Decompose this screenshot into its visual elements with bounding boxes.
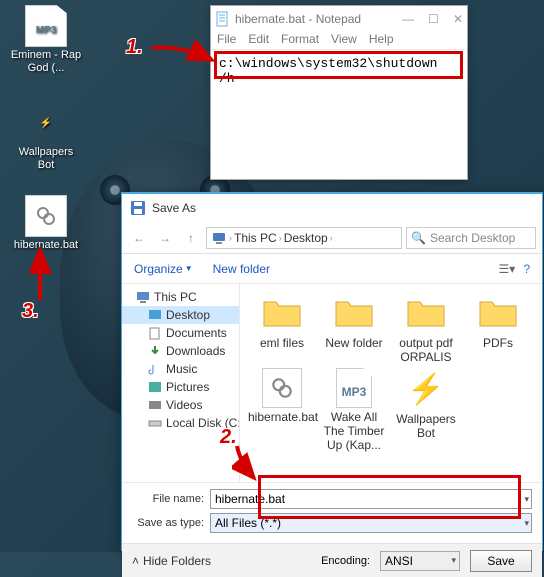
mp3-file-icon — [25, 5, 67, 47]
saveastype-label: Save as type: — [132, 517, 210, 529]
menu-view[interactable]: View — [331, 32, 357, 49]
search-placeholder: Search Desktop — [430, 231, 515, 245]
desktop-icon-label: Wallpapers Bot — [10, 146, 82, 172]
organize-button[interactable]: Organize ▼ — [134, 262, 193, 276]
forward-button[interactable]: → — [154, 227, 176, 249]
tree-this-pc[interactable]: This PC — [122, 288, 239, 306]
notepad-titlebar[interactable]: hibernate.bat - Notepad — ☐ ✕ — [211, 6, 467, 32]
search-icon: 🔍 — [411, 231, 426, 245]
filename-label: File name: — [132, 493, 210, 505]
callout-2: 2. — [220, 426, 237, 449]
new-folder-button[interactable]: New folder — [213, 262, 270, 276]
notepad-window: hibernate.bat - Notepad — ☐ ✕ File Edit … — [210, 5, 468, 180]
breadcrumb[interactable]: › This PC › Desktop › — [206, 227, 402, 249]
batch-file-icon — [25, 195, 67, 237]
saveas-navbar: ← → ↑ › This PC › Desktop › 🔍 Search Des… — [122, 222, 542, 254]
close-icon[interactable]: ✕ — [453, 12, 463, 26]
arrow-3 — [30, 246, 54, 304]
file-batch[interactable]: hibernate.bat — [248, 368, 316, 452]
folder-tree[interactable]: This PC Desktop Documents Downloads Musi… — [122, 284, 240, 482]
saveas-toolbar: Organize ▼ New folder ☰▾ ? — [122, 254, 542, 284]
saveas-title-text: Save As — [152, 201, 196, 215]
file-shortcut[interactable]: ⚡Wallpapers Bot — [392, 368, 460, 452]
chevron-right-icon: › — [229, 233, 232, 243]
tree-music[interactable]: Music — [122, 360, 239, 378]
desktop-icon-label: Eminem - Rap God (... — [10, 49, 82, 75]
save-button[interactable]: Save — [470, 550, 532, 572]
search-input[interactable]: 🔍 Search Desktop — [406, 227, 536, 249]
encoding-select[interactable]: ANSI▾ — [380, 551, 460, 571]
breadcrumb-item[interactable]: This PC — [234, 231, 277, 245]
callout-3: 3. — [22, 300, 39, 323]
file-folder[interactable]: output pdf ORPALIS — [392, 292, 460, 364]
chevron-down-icon[interactable]: ▾ — [451, 555, 456, 566]
tree-desktop[interactable]: Desktop — [122, 306, 239, 324]
file-list[interactable]: eml files New folder output pdf ORPALIS … — [240, 284, 542, 482]
menu-edit[interactable]: Edit — [248, 32, 269, 49]
chevron-down-icon[interactable]: ▾ — [524, 494, 529, 505]
chevron-down-icon[interactable]: ▾ — [524, 518, 529, 529]
up-button[interactable]: ↑ — [180, 227, 202, 249]
tree-pictures[interactable]: Pictures — [122, 378, 239, 396]
menu-format[interactable]: Format — [281, 32, 319, 49]
saveastype-select[interactable]: All Files (*.*)▾ — [210, 513, 532, 533]
chevron-right-icon: › — [279, 233, 282, 243]
notepad-textarea[interactable]: c:\windows\system32\shutdown /h — [211, 50, 467, 92]
desktop-icon-wallpapersbot[interactable]: ⚡ Wallpapers Bot — [10, 102, 82, 172]
file-mp3[interactable]: Wake All The Timber Up (Kap... — [320, 368, 388, 452]
desktop-icon-hibernate[interactable]: hibernate.bat — [10, 195, 82, 252]
tree-documents[interactable]: Documents — [122, 324, 239, 342]
breadcrumb-item[interactable]: Desktop — [284, 231, 328, 245]
pc-icon — [211, 230, 227, 246]
maximize-icon[interactable]: ☐ — [428, 12, 439, 26]
bolt-icon: ⚡ — [25, 102, 67, 144]
notepad-title-text: hibernate.bat - Notepad — [235, 12, 361, 26]
save-icon — [130, 200, 146, 216]
callout-1: 1. — [126, 36, 143, 59]
notepad-icon — [215, 11, 231, 27]
file-folder[interactable]: PDFs — [464, 292, 532, 364]
tree-videos[interactable]: Videos — [122, 396, 239, 414]
menu-file[interactable]: File — [217, 32, 236, 49]
help-icon[interactable]: ? — [523, 262, 530, 276]
saveas-fields: File name: hibernate.bat▾ Save as type: … — [122, 482, 542, 543]
hide-folders-button[interactable]: ˄Hide Folders — [132, 554, 211, 568]
saveas-titlebar[interactable]: Save As — [122, 194, 542, 222]
desktop-icon-label: hibernate.bat — [10, 239, 82, 252]
saveas-bottom-bar: ˄Hide Folders Encoding: ANSI▾ Save — [122, 543, 542, 577]
encoding-label: Encoding: — [321, 555, 370, 567]
desktop-icon-mp3[interactable]: Eminem - Rap God (... — [10, 5, 82, 75]
chevron-up-icon: ˄ — [132, 554, 139, 568]
menu-help[interactable]: Help — [369, 32, 394, 49]
minimize-icon[interactable]: — — [402, 12, 414, 26]
save-as-dialog: Save As ← → ↑ › This PC › Desktop › 🔍 Se… — [121, 192, 543, 551]
view-options-icon[interactable]: ☰▾ — [499, 262, 516, 276]
chevron-right-icon: › — [330, 233, 333, 243]
file-folder[interactable]: eml files — [248, 292, 316, 364]
back-button[interactable]: ← — [128, 227, 150, 249]
file-folder[interactable]: New folder — [320, 292, 388, 364]
tree-downloads[interactable]: Downloads — [122, 342, 239, 360]
notepad-menubar: File Edit Format View Help — [211, 32, 467, 50]
filename-input[interactable]: hibernate.bat▾ — [210, 489, 532, 509]
